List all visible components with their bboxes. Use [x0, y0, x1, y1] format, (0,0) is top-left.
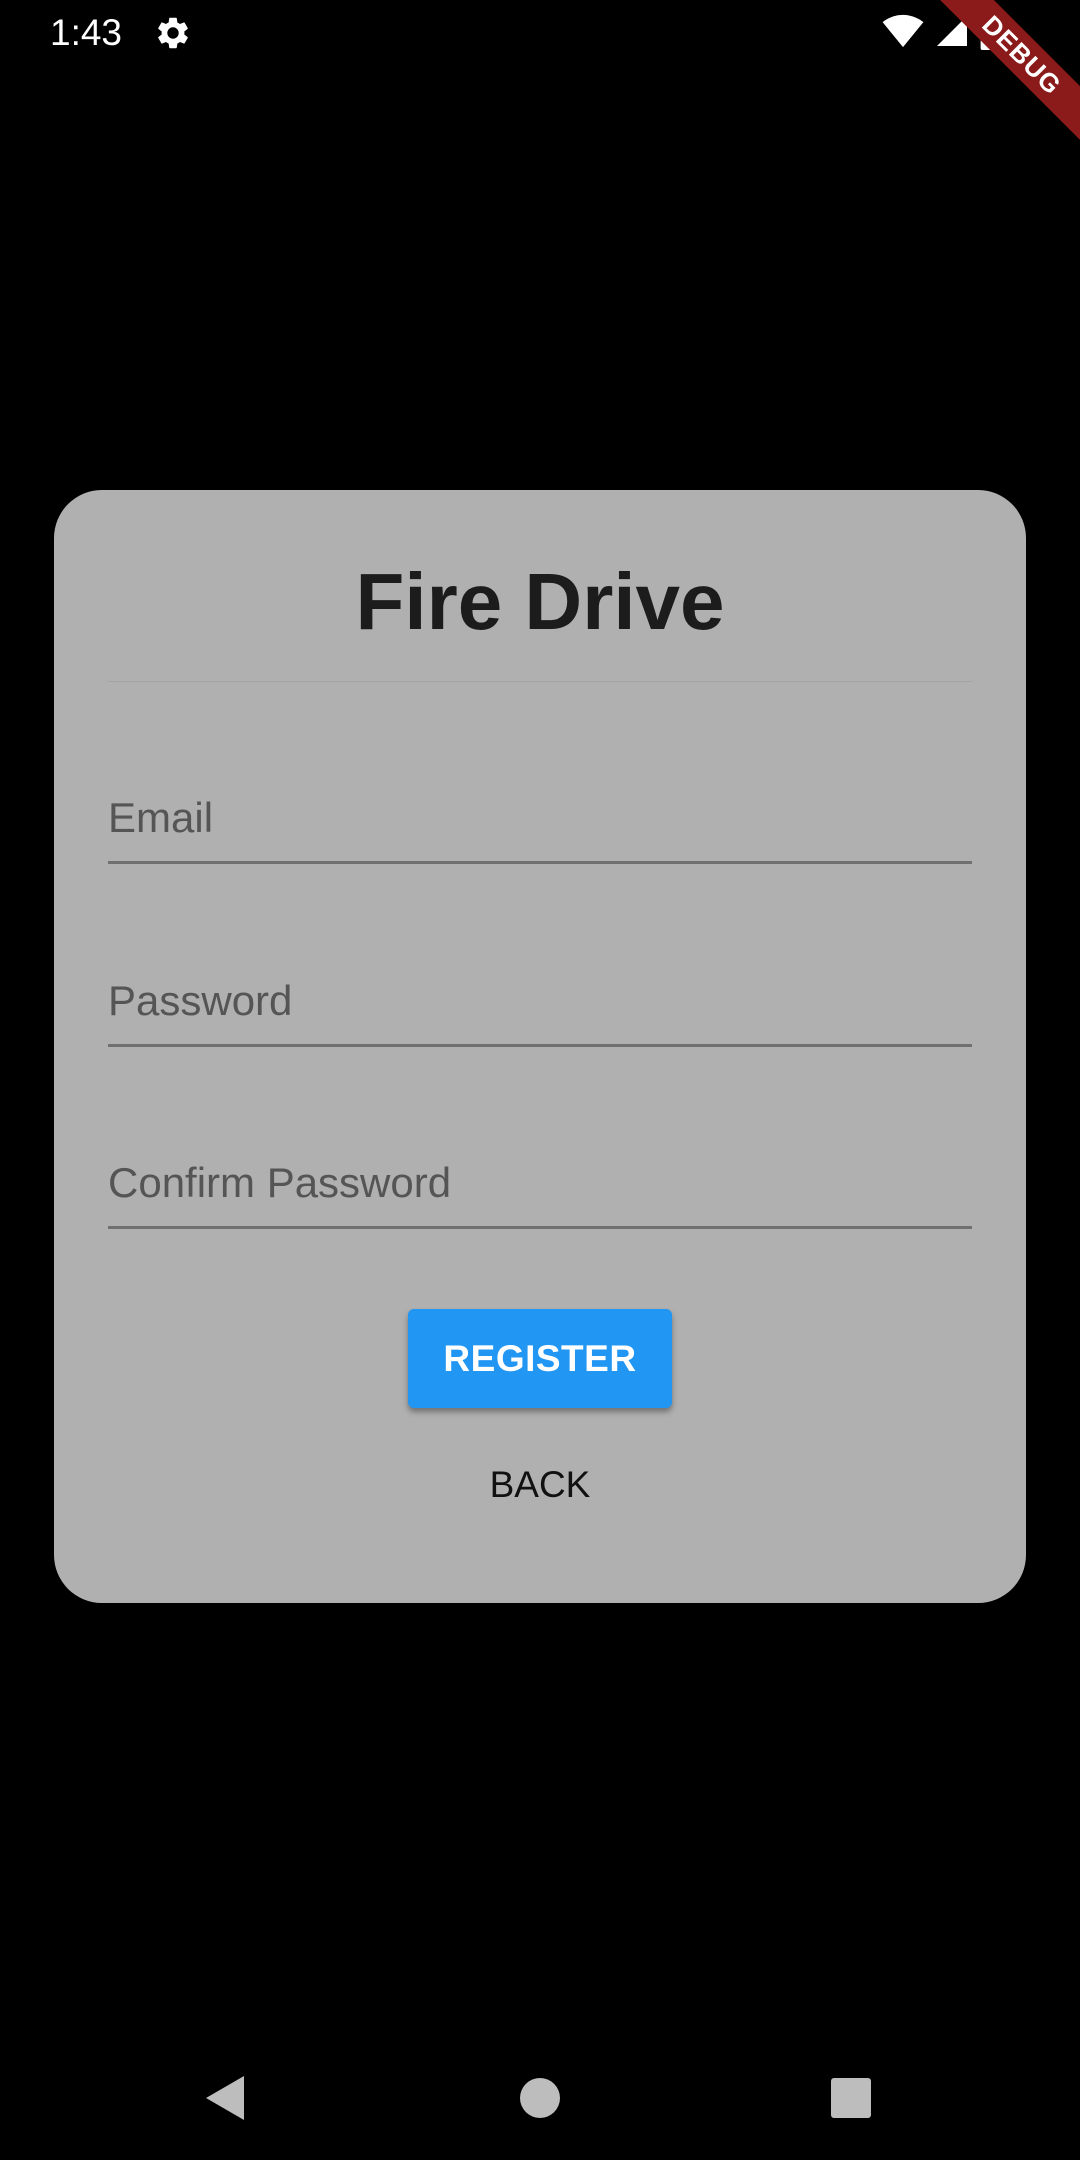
- status-time: 1:43: [50, 12, 123, 53]
- debug-banner: DEBUG: [920, 0, 1080, 160]
- back-triangle-icon[interactable]: [196, 2068, 256, 2128]
- app-title: Fire Drive: [355, 557, 725, 646]
- email-underline: [108, 861, 972, 864]
- password-underline: [108, 1044, 972, 1047]
- title-divider: [108, 681, 972, 682]
- gear-icon: [154, 14, 192, 52]
- register-button[interactable]: REGISTER: [408, 1309, 672, 1408]
- confirm-password-input[interactable]: [108, 1119, 972, 1225]
- password-input[interactable]: [108, 937, 972, 1043]
- wifi-icon: [882, 14, 924, 53]
- recents-square-icon[interactable]: [821, 2068, 881, 2128]
- debug-label: DEBUG: [923, 0, 1080, 154]
- navigation-bar: [0, 2040, 1080, 2150]
- register-card: Fire Drive REGISTER BACK: [54, 490, 1026, 1603]
- confirm-password-underline: [108, 1226, 972, 1229]
- back-button[interactable]: BACK: [440, 1450, 640, 1520]
- email-input[interactable]: [108, 754, 972, 860]
- email-field[interactable]: [108, 754, 972, 864]
- status-bar: 1:43 DEBUG: [0, 0, 1080, 154]
- confirm-password-field[interactable]: [108, 1119, 972, 1229]
- password-field[interactable]: [108, 937, 972, 1047]
- home-circle-icon[interactable]: [510, 2068, 570, 2128]
